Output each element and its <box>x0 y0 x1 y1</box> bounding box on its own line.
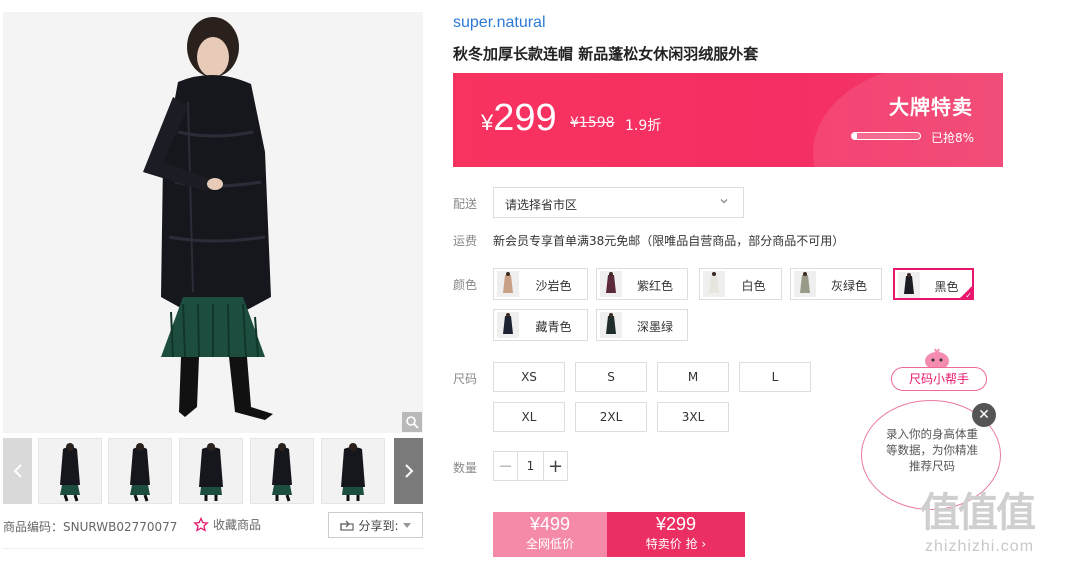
web-price-label: 全网低价 <box>525 537 574 551</box>
color-option-label: 藏青色 <box>535 320 572 334</box>
sold-progress-label: 已抢8% <box>931 131 975 145</box>
quantity-stepper: − 1 + <box>493 451 568 481</box>
quantity-increase-button[interactable]: + <box>543 452 567 480</box>
watermark-logo: 值值值 <box>920 490 1036 536</box>
discount-rate: 1.9折 <box>625 118 662 134</box>
thumbnail-2[interactable] <box>108 438 172 504</box>
thumbnail-4[interactable] <box>250 438 314 504</box>
color-option[interactable]: 黑色 ✓ <box>893 268 974 300</box>
color-option-label: 紫红色 <box>636 279 673 293</box>
share-label: 分享到: <box>358 518 399 533</box>
left-divider <box>3 548 423 549</box>
color-option[interactable]: 灰绿色 <box>790 268 882 300</box>
price-value: 299 <box>493 97 557 139</box>
star-icon <box>193 516 209 532</box>
original-price: ¥1598 <box>570 115 615 131</box>
color-option[interactable]: 沙岩色 <box>493 268 588 300</box>
selected-check-icon: ✓ <box>959 285 973 300</box>
thumbnail-3[interactable] <box>179 438 243 504</box>
sold-progress-fill <box>852 133 858 139</box>
freight-label: 运费 <box>453 234 478 248</box>
size-helper-text: 录入你的身高体重等数据，为你精准推荐尺码 <box>886 427 978 473</box>
quantity-label: 数量 <box>453 461 478 475</box>
size-option[interactable]: 3XL <box>657 402 729 432</box>
color-option[interactable]: 藏青色 <box>493 309 588 341</box>
color-option[interactable]: 深墨绿 <box>596 309 688 341</box>
current-price: ¥299 <box>481 97 557 140</box>
quantity-value[interactable]: 1 <box>518 459 543 473</box>
chevron-left-icon <box>13 464 22 478</box>
brand-link[interactable]: super.natural <box>453 14 546 32</box>
color-label: 颜色 <box>453 278 478 292</box>
web-price: ¥499 <box>529 514 571 534</box>
currency-symbol: ¥ <box>481 110 494 135</box>
color-option[interactable]: 白色 <box>699 268 782 300</box>
size-helper-tag[interactable]: 尺码小帮手 <box>891 367 987 391</box>
caret-down-icon <box>402 522 411 528</box>
chevron-right-icon <box>404 464 413 478</box>
web-price-button[interactable]: ¥499 全网低价 <box>493 512 607 557</box>
freight-text: 新会员专享首单满38元免邮（限唯品自营商品，部分商品不可用） <box>493 234 845 248</box>
thumbnail-prev-button[interactable] <box>3 438 32 504</box>
size-option[interactable]: XL <box>493 402 565 432</box>
favorite-button[interactable]: 收藏商品 <box>193 516 261 533</box>
delivery-label: 配送 <box>453 197 478 211</box>
product-main-image[interactable] <box>3 12 423 433</box>
size-option[interactable]: L <box>739 362 811 392</box>
banner-decor <box>813 73 1003 167</box>
share-button[interactable]: 分享到: <box>328 512 423 538</box>
region-select-value: 请选择省市区 <box>505 198 578 212</box>
thumbnail-strip <box>3 438 423 504</box>
flash-sale-title: 大牌特卖 <box>889 95 973 119</box>
color-option-label: 深墨绿 <box>636 320 673 334</box>
size-option[interactable]: XS <box>493 362 565 392</box>
chevron-down-icon <box>720 199 728 204</box>
color-option-label: 白色 <box>741 279 766 293</box>
size-option[interactable]: M <box>657 362 729 392</box>
zoom-icon[interactable] <box>402 412 422 432</box>
close-icon[interactable]: ✕ <box>972 403 996 427</box>
price-banner: ¥299 ¥1598 1.9折 大牌特卖 已抢8% <box>453 73 1003 167</box>
thumbnail-1[interactable] <box>38 438 102 504</box>
sold-progress-bar <box>851 132 921 140</box>
product-meta-row: 商品编码：SNURWB02770077 收藏商品 分享到: <box>3 512 423 540</box>
thumbnail-5[interactable] <box>321 438 385 504</box>
share-icon <box>340 520 355 531</box>
watermark-site: zhizhizhi.com <box>925 538 1035 555</box>
buy-now-button[interactable]: ¥299 特卖价 抢 › <box>607 512 745 557</box>
thumbnail-next-button[interactable] <box>394 438 423 504</box>
quantity-decrease-button[interactable]: − <box>494 452 518 480</box>
size-option[interactable]: 2XL <box>575 402 647 432</box>
size-option[interactable]: S <box>575 362 647 392</box>
size-label: 尺码 <box>453 372 478 386</box>
color-option-label: 沙岩色 <box>535 279 572 293</box>
color-option[interactable]: 紫红色 <box>596 268 688 300</box>
color-option-label: 灰绿色 <box>830 279 867 293</box>
sale-price: ¥299 <box>655 514 697 534</box>
favorite-label: 收藏商品 <box>213 518 262 532</box>
sku-text: 商品编码：SNURWB02770077 <box>3 520 178 534</box>
region-select[interactable]: 请选择省市区 <box>493 187 744 218</box>
buy-now-label: 特卖价 抢 › <box>645 537 707 551</box>
model-photo <box>3 12 423 433</box>
product-title: 秋冬加厚长款连帽 新品蓬松女休闲羽绒服外套 <box>453 45 759 63</box>
